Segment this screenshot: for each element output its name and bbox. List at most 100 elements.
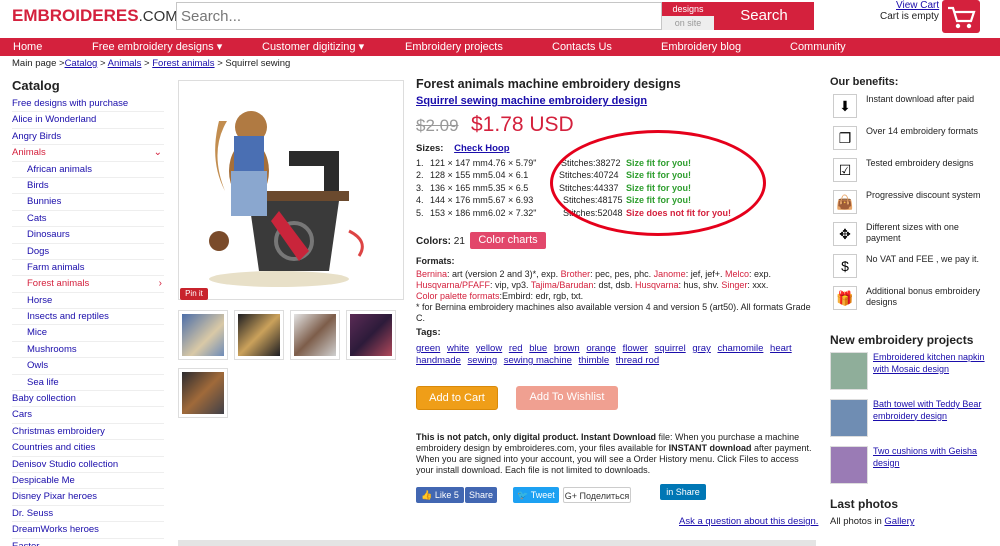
nav-contacts[interactable]: Contacts Us xyxy=(552,38,612,56)
sidebar-item[interactable]: Alice in Wonderland xyxy=(12,112,164,129)
pinterest-button[interactable]: Pin it xyxy=(180,288,208,300)
sidebar-item[interactable]: Owls xyxy=(12,358,164,375)
nav-embroidery-projects[interactable]: Embroidery projects xyxy=(405,38,503,56)
color-charts-button[interactable]: Color charts xyxy=(470,232,546,249)
new-project-link[interactable]: Embroidered kitchen napkin with Mosaic d… xyxy=(873,352,990,375)
sidebar-item-label: Easter xyxy=(12,541,39,546)
sidebar-item[interactable]: Horse xyxy=(12,293,164,310)
sidebar-item-label: African animals xyxy=(27,163,92,175)
nav-home[interactable]: Home xyxy=(13,38,42,56)
cart-status: Cart is empty xyxy=(880,11,939,22)
sidebar-item[interactable]: Angry Birds xyxy=(12,129,164,146)
tag-link[interactable]: red xyxy=(509,343,523,354)
sidebar-item[interactable]: African animals xyxy=(12,162,164,178)
tag-link[interactable]: heart xyxy=(770,343,792,354)
sidebar-item[interactable]: Dinosaurs xyxy=(12,227,164,244)
new-project-thumbnail[interactable] xyxy=(830,399,868,437)
size-mm: 128 × 155 mm xyxy=(430,170,488,181)
sidebar-item[interactable]: Despicable Me xyxy=(12,473,164,490)
tag-link[interactable]: handmade xyxy=(416,355,461,366)
sidebar-item[interactable]: Mice xyxy=(12,325,164,342)
search-scope-select[interactable]: designs on site xyxy=(662,2,714,30)
tag-link[interactable]: squirrel xyxy=(655,343,686,354)
nav-community[interactable]: Community xyxy=(790,38,846,56)
add-to-wishlist-button[interactable]: Add To Wishlist xyxy=(516,386,618,410)
sidebar-item[interactable]: Countries and cities xyxy=(12,440,164,457)
tag-link[interactable]: sewing xyxy=(468,355,498,366)
search-button[interactable]: Search xyxy=(714,2,814,30)
breadcrumb-catalog[interactable]: Catalog xyxy=(65,58,98,69)
sidebar-item[interactable]: Insects and reptiles xyxy=(12,309,164,326)
thumbnail-4[interactable] xyxy=(346,310,396,360)
thumbnail-3[interactable] xyxy=(290,310,340,360)
thumbnail-5[interactable] xyxy=(178,368,228,418)
thumbnail-2[interactable] xyxy=(234,310,284,360)
sidebar-item-label: Mice xyxy=(27,327,48,339)
tag-link[interactable]: blue xyxy=(529,343,547,354)
tag-link[interactable]: flower xyxy=(623,343,648,354)
tag-link[interactable]: sewing machine xyxy=(504,355,572,366)
check-hoop-link[interactable]: Check Hoop xyxy=(454,143,509,154)
sidebar-item[interactable]: Cats xyxy=(12,211,164,228)
facebook-like-button[interactable]: 👍 Like 5 xyxy=(416,487,464,503)
sidebar-item[interactable]: DreamWorks heroes xyxy=(12,522,164,539)
facebook-share-button[interactable]: Share xyxy=(465,487,497,503)
search-scope-on-site[interactable]: on site xyxy=(662,16,714,30)
site-logo[interactable]: EMBROIDERES.COM xyxy=(12,6,178,26)
format-extensions: : exp. xyxy=(748,269,771,279)
tag-link[interactable]: white xyxy=(447,343,469,354)
sidebar-item[interactable]: Sea life xyxy=(12,375,164,392)
gallery-link[interactable]: Gallery xyxy=(884,516,914,527)
sidebar-item[interactable]: Christmas embroidery xyxy=(12,424,164,441)
breadcrumb-animals[interactable]: Animals xyxy=(108,58,142,69)
nav-customer-digitizing[interactable]: Customer digitizing ▾ xyxy=(262,38,364,56)
sidebar-item[interactable]: Forest animals › xyxy=(12,276,164,293)
new-project-thumbnail[interactable] xyxy=(830,352,868,390)
tag-link[interactable]: thread rod xyxy=(616,355,659,366)
sidebar-item[interactable]: Bunnies xyxy=(12,194,164,211)
tag-link[interactable]: green xyxy=(416,343,440,354)
view-cart-link[interactable]: View Cart xyxy=(896,0,939,11)
sidebar-item[interactable]: Free designs with purchase xyxy=(12,96,164,113)
nav-free-designs[interactable]: Free embroidery designs ▾ xyxy=(92,38,222,56)
tag-link[interactable]: orange xyxy=(586,343,616,354)
search-scope-designs[interactable]: designs xyxy=(662,2,714,16)
tag-link[interactable]: yellow xyxy=(476,343,502,354)
breadcrumb-forest-animals[interactable]: Forest animals xyxy=(152,58,214,69)
sidebar-item[interactable]: Dr. Seuss xyxy=(12,506,164,523)
tag-link[interactable]: chamomile xyxy=(717,343,763,354)
thumbnail-1[interactable] xyxy=(178,310,228,360)
tags-block: Tags: green white yellow red blue brown … xyxy=(416,327,816,367)
tag-link[interactable]: gray xyxy=(692,343,710,354)
sidebar-item[interactable]: Birds xyxy=(12,178,164,195)
sidebar-item[interactable]: Disney Pixar heroes xyxy=(12,489,164,506)
tag-link[interactable]: thimble xyxy=(579,355,610,366)
sidebar-item-label: Angry Birds xyxy=(12,130,62,142)
sidebar-item[interactable]: Denisov Studio collection xyxy=(12,457,164,473)
tweet-button[interactable]: 🐦 Tweet xyxy=(513,487,559,503)
sidebar-item[interactable]: Easter xyxy=(12,539,164,546)
new-project-link[interactable]: Two cushions with Geisha design xyxy=(873,446,990,469)
nav-embroidery-blog[interactable]: Embroidery blog xyxy=(661,38,741,56)
sidebar-item[interactable]: Baby collection xyxy=(12,391,164,408)
format-brand: Husqvarna/PFAFF xyxy=(416,280,491,290)
cart-icon[interactable] xyxy=(942,0,980,33)
product-main-image[interactable] xyxy=(178,80,404,300)
google-plus-share-button[interactable]: G+ Поделиться xyxy=(563,487,631,503)
desc-bold: This is not patch, only digital product.… xyxy=(416,432,656,442)
sidebar-item[interactable]: Cars xyxy=(12,407,164,424)
product-subtitle-link[interactable]: Squirrel sewing machine embroidery desig… xyxy=(416,95,647,107)
sidebar-item[interactable]: Farm animals xyxy=(12,260,164,277)
add-to-cart-button[interactable]: Add to Cart xyxy=(416,386,498,410)
new-project-link[interactable]: Bath towel with Teddy Bear embroidery de… xyxy=(873,399,990,422)
ask-question-link[interactable]: Ask a question about this design. xyxy=(679,516,818,527)
sidebar-item[interactable]: Dogs xyxy=(12,244,164,260)
sidebar-item-label: Animals xyxy=(12,147,46,159)
new-project-thumbnail[interactable] xyxy=(830,446,868,484)
sidebar-item[interactable]: Mushrooms xyxy=(12,342,164,359)
sidebar-item[interactable]: Animals ⌄ xyxy=(12,145,164,162)
download-icon: ⬇ xyxy=(833,94,857,118)
search-input[interactable]: Search... xyxy=(176,2,662,30)
linkedin-share-button[interactable]: in Share xyxy=(660,484,706,500)
tag-link[interactable]: brown xyxy=(554,343,580,354)
